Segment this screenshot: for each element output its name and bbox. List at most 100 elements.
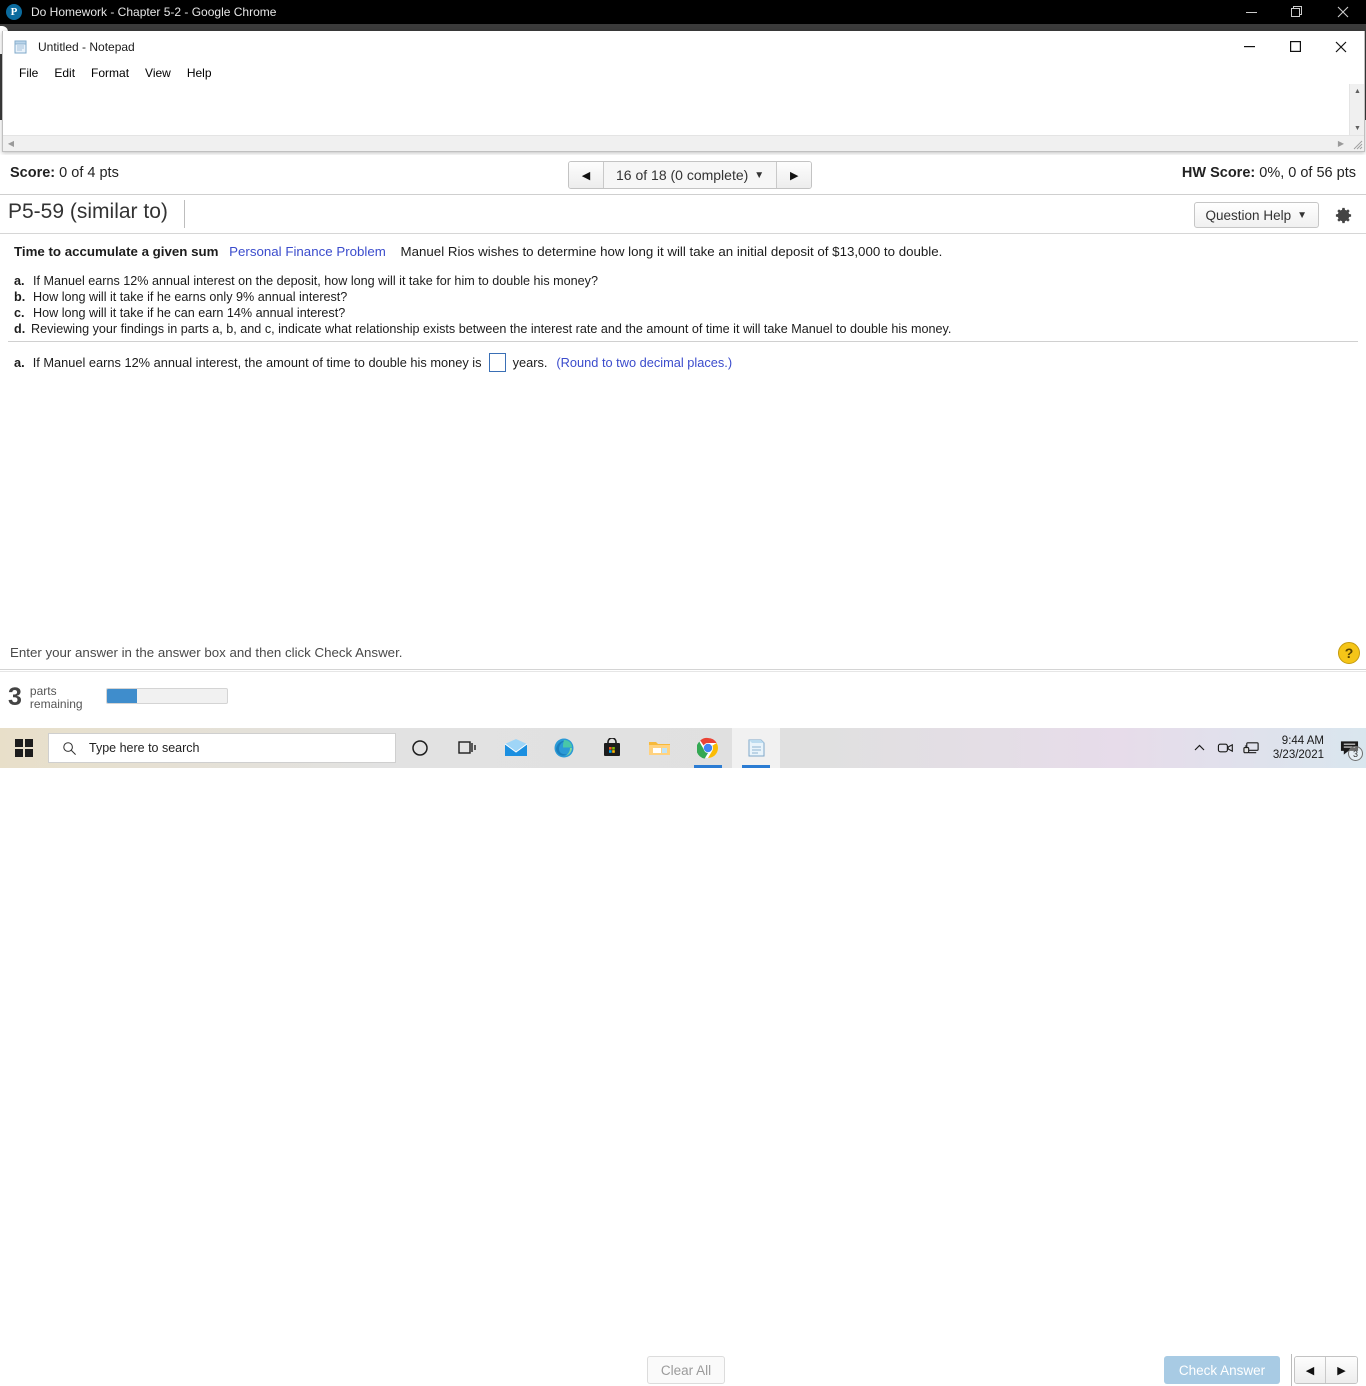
parts-remaining-label: parts remaining [29,683,83,711]
task-view-icon[interactable] [444,728,492,768]
progress-bar [106,688,228,704]
start-button[interactable] [0,728,48,768]
parts-remaining-indicator: 3 parts remaining [8,683,83,712]
chevron-down-icon: ▼ [754,169,765,181]
notepad-maximize-button[interactable] [1272,31,1318,62]
chrome-icon[interactable] [684,728,732,768]
score-label: Score: [10,165,56,181]
bottom-previous-button[interactable]: ◀ [1295,1357,1326,1383]
parts-remaining-count: 3 [8,683,22,711]
search-icon [62,741,77,756]
question-pager: ◀ 16 of 18 (0 complete) ▼ ▶ [568,161,813,189]
chevron-down-icon: ▼ [1297,209,1307,221]
answer-input[interactable] [488,353,506,372]
chrome-minimize-button[interactable] [1228,0,1274,24]
notepad-icon [13,39,29,55]
question-selector-dropdown[interactable]: 16 of 18 (0 complete) ▼ [604,162,777,188]
instruction-bar: Enter your answer in the answer box and … [0,638,1366,670]
part-text: How long will it take if he can earn 14%… [33,306,346,320]
clear-all-button[interactable]: Clear All [647,1356,725,1384]
chrome-close-button[interactable] [1320,0,1366,24]
menu-item-edit[interactable]: Edit [46,65,83,81]
personal-finance-problem-tag[interactable]: Personal Finance Problem [229,244,386,259]
search-input[interactable]: Type here to search [48,733,396,763]
answer-unit-label: years. [512,355,548,370]
pager-label-text: 16 of 18 (0 complete) [616,167,749,183]
hw-score-value: 0%, 0 of 56 pts [1259,165,1356,181]
bottom-divider [1291,1354,1292,1386]
menu-item-file[interactable]: File [11,65,46,81]
score-value: 0 of 4 pts [59,165,119,181]
windows-logo-icon [15,739,33,757]
answer-part-letter: a. [14,355,25,370]
windows-taskbar: Type here to search [0,728,1366,768]
chrome-title-bar: P Do Homework - Chapter 5-2 - Google Chr… [0,0,1366,24]
network-icon[interactable] [1239,728,1265,768]
clock[interactable]: 9:44 AM 3/23/2021 [1265,734,1332,762]
chrome-browser-window: P Do Homework - Chapter 5-2 - Google Chr… [0,0,1366,1386]
parts-label-line2: remaining [29,696,83,711]
rounding-note: (Round to two decimal places.) [556,355,733,370]
menu-item-view[interactable]: View [137,65,179,81]
notepad-text-area[interactable] [3,84,1349,134]
part-letter: a. [14,274,25,288]
left-arrow-icon: ◀ [1305,1364,1315,1377]
score-display: Score: 0 of 4 pts [10,165,119,181]
mail-icon[interactable] [492,728,540,768]
notepad-close-button[interactable] [1318,31,1364,62]
right-arrow-icon: ▶ [789,169,799,182]
part-letter: d. [14,322,26,336]
clock-date: 3/23/2021 [1272,749,1324,761]
search-placeholder: Type here to search [89,741,200,755]
part-letter: b. [14,290,26,304]
notepad-vertical-scrollbar[interactable]: ▲ ▼ [1349,84,1364,136]
chrome-window-title: Do Homework - Chapter 5-2 - Google Chrom… [31,5,277,19]
chrome-maximize-button[interactable] [1274,0,1320,24]
system-tray: 9:44 AM 3/23/2021 3 [1187,728,1366,768]
chevron-up-icon[interactable] [1187,728,1213,768]
hw-score-display: HW Score: 0%, 0 of 56 pts [1182,165,1356,181]
notepad-title-bar[interactable]: Untitled - Notepad [3,31,1364,62]
question-part-a: a. If Manuel earns 12% annual interest o… [14,273,951,289]
question-topic: Time to accumulate a given sum [14,244,219,259]
progress-bar-fill [107,689,137,703]
parts-label-line1: parts [29,683,57,698]
notepad-window: Untitled - Notepad File Edit Format View… [2,31,1365,152]
scroll-left-icon[interactable]: ◀ [3,136,19,151]
question-part-b: b. How long will it take if he earns onl… [14,289,951,305]
cortana-icon[interactable] [396,728,444,768]
answer-row: a. If Manuel earns 12% annual interest, … [14,353,732,372]
exercise-title-bar: P5-59 (similar to) [0,196,1366,234]
notepad-window-title: Untitled - Notepad [38,39,135,54]
question-content-area: Time to accumulate a given sum Personal … [0,235,1366,635]
bottom-nav-group: ◀ ▶ [1294,1356,1358,1384]
next-question-button[interactable]: ▶ [776,162,812,188]
scroll-right-icon[interactable]: ▶ [1333,136,1349,151]
notification-center-icon[interactable]: 3 [1332,728,1366,768]
bottom-next-button[interactable]: ▶ [1326,1357,1357,1383]
part-letter: c. [14,306,25,320]
gear-icon[interactable] [1331,203,1355,227]
menu-item-format[interactable]: Format [83,65,137,81]
menu-item-help[interactable]: Help [179,65,220,81]
notepad-minimize-button[interactable] [1226,31,1272,62]
question-help-button[interactable]: Question Help ▼ [1193,202,1319,228]
microsoft-store-icon[interactable] [588,728,636,768]
scroll-up-icon[interactable]: ▲ [1350,84,1365,99]
previous-question-button[interactable]: ◀ [569,162,604,188]
notepad-menu-bar: File Edit Format View Help [3,62,1364,84]
resize-grip-icon[interactable] [1350,137,1363,150]
file-explorer-icon[interactable] [636,728,684,768]
part-text: Reviewing your findings in parts a, b, a… [31,322,952,336]
scroll-down-icon[interactable]: ▼ [1350,121,1365,136]
part-text: How long will it take if he earns only 9… [33,290,348,304]
question-part-d: d. Reviewing your findings in parts a, b… [14,321,951,337]
edge-icon[interactable] [540,728,588,768]
meet-now-icon[interactable] [1213,728,1239,768]
help-icon[interactable]: ? [1338,642,1360,664]
check-answer-button[interactable]: Check Answer [1164,1356,1280,1384]
notepad-horizontal-scrollbar[interactable]: ◀ ▶ [3,135,1364,151]
question-prompt: Time to accumulate a given sum Personal … [14,244,942,259]
question-stem: Manuel Rios wishes to determine how long… [400,244,943,259]
notepad-taskbar-icon[interactable] [732,728,780,768]
